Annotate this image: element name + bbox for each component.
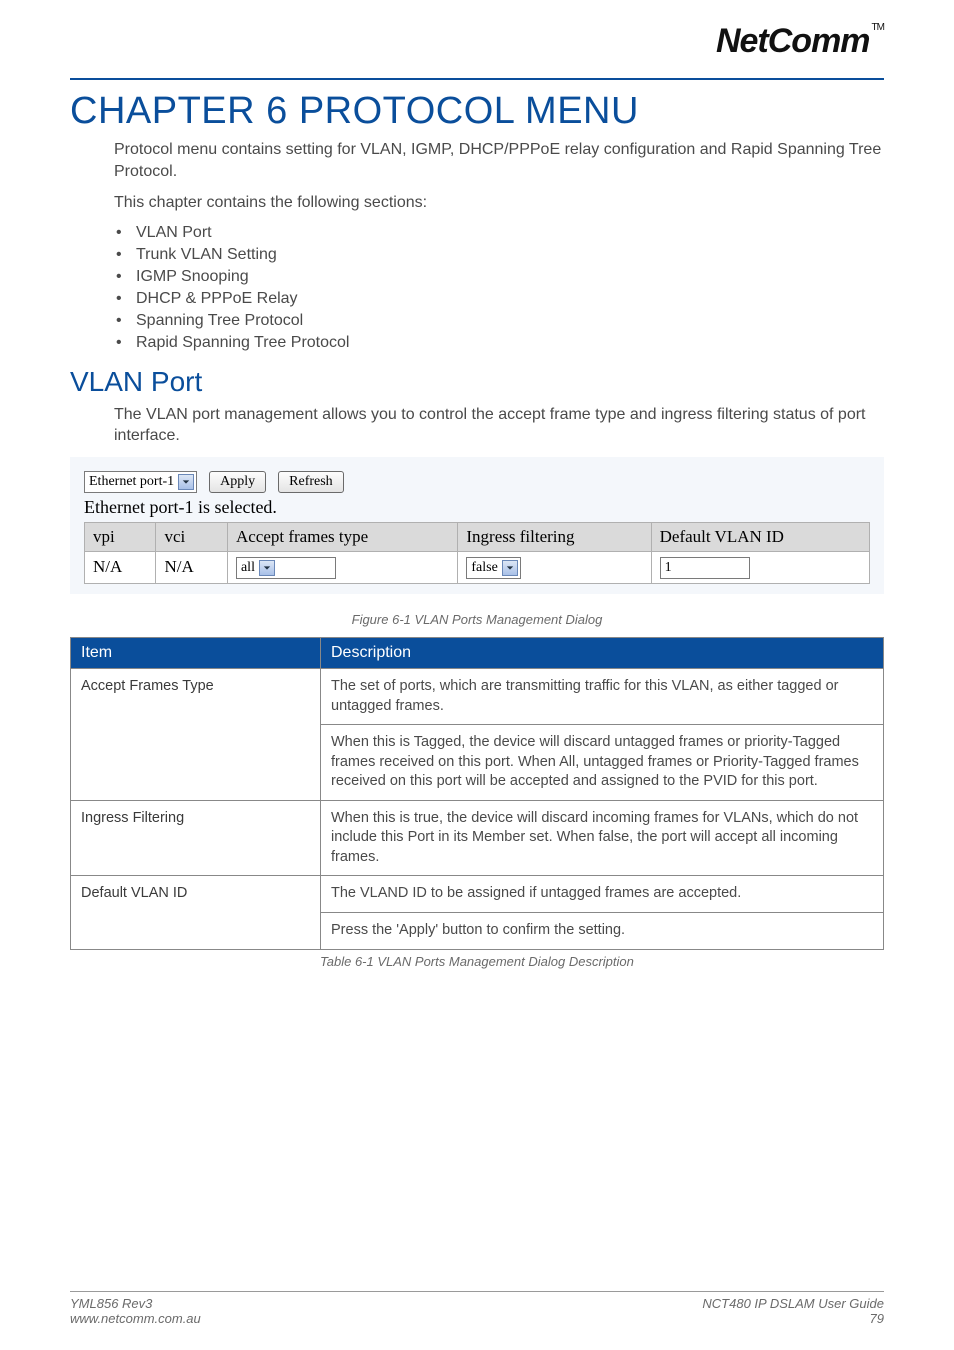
footer-rev: YML856 Rev3: [70, 1296, 201, 1311]
vlan-table: vpi vci Accept frames type Ingress filte…: [84, 522, 870, 584]
default-vlan-input[interactable]: 1: [660, 557, 750, 579]
table-row: Default VLAN ID The VLAND ID to be assig…: [71, 876, 884, 913]
brand-logo: NetCommTM: [716, 22, 884, 61]
col-default-vlan: Default VLAN ID: [651, 522, 869, 551]
cell-vci: N/A: [156, 551, 227, 583]
ingress-value: false: [471, 560, 497, 576]
chevron-down-icon: [259, 560, 275, 576]
footer-left: YML856 Rev3 www.netcomm.com.au: [70, 1296, 201, 1326]
section-paragraph: The VLAN port management allows you to c…: [114, 404, 884, 447]
col-ingress: Ingress filtering: [458, 522, 651, 551]
row-label: Default VLAN ID: [71, 876, 321, 949]
col-accept-frames: Accept frames type: [227, 522, 457, 551]
intro-paragraph-2: This chapter contains the following sect…: [114, 192, 884, 214]
apply-label: Apply: [220, 474, 255, 490]
apply-button[interactable]: Apply: [209, 471, 266, 493]
section-title: VLAN Port: [70, 366, 884, 398]
row-desc: Press the 'Apply' button to confirm the …: [321, 913, 884, 950]
accept-frames-value: all: [241, 560, 255, 576]
chapter-title: CHAPTER 6 PROTOCOL MENU: [70, 90, 884, 133]
figure-status: Ethernet port-1 is selected.: [84, 497, 870, 518]
ingress-select[interactable]: false: [466, 557, 520, 579]
default-vlan-value: 1: [665, 560, 672, 575]
table-row: N/A N/A all false 1: [85, 551, 870, 583]
list-item: Trunk VLAN Setting: [114, 246, 884, 264]
list-item: VLAN Port: [114, 224, 884, 242]
table-header-row: vpi vci Accept frames type Ingress filte…: [85, 522, 870, 551]
brand-text: NetComm: [716, 22, 870, 60]
port-select-value: Ethernet port-1: [89, 474, 174, 490]
cell-accept-frames: all: [227, 551, 457, 583]
cell-vpi: N/A: [85, 551, 156, 583]
footer-doc-title: NCT480 IP DSLAM User Guide: [702, 1296, 884, 1311]
refresh-label: Refresh: [289, 474, 333, 490]
cell-ingress: false: [458, 551, 651, 583]
row-label: Ingress Filtering: [71, 800, 321, 876]
trademark: TM: [872, 22, 884, 33]
footer-right: NCT480 IP DSLAM User Guide 79: [702, 1296, 884, 1326]
accept-frames-select[interactable]: all: [236, 557, 336, 579]
chevron-down-icon: [502, 560, 518, 576]
table-caption: Table 6-1 VLAN Ports Management Dialog D…: [320, 954, 884, 969]
figure-caption: Figure 6-1 VLAN Ports Management Dialog: [70, 612, 884, 627]
header-item: Item: [71, 637, 321, 668]
description-table: Item Description Accept Frames Type The …: [70, 637, 884, 950]
figure-panel: Ethernet port-1 Apply Refresh Ethernet p…: [70, 457, 884, 594]
row-desc: When this is Tagged, the device will dis…: [321, 725, 884, 801]
list-item: IGMP Snooping: [114, 268, 884, 286]
col-vpi: vpi: [85, 522, 156, 551]
footer-page-number: 79: [702, 1311, 884, 1326]
list-item: Rapid Spanning Tree Protocol: [114, 334, 884, 352]
chevron-down-icon: [178, 474, 194, 490]
table-row: Accept Frames Type The set of ports, whi…: [71, 668, 884, 724]
footer-url: www.netcomm.com.au: [70, 1311, 201, 1326]
header-rule: [70, 78, 884, 80]
table-row: Ingress Filtering When this is true, the…: [71, 800, 884, 876]
port-select[interactable]: Ethernet port-1: [84, 471, 197, 493]
header-description: Description: [321, 637, 884, 668]
row-label: Accept Frames Type: [71, 668, 321, 800]
col-vci: vci: [156, 522, 227, 551]
section-list: VLAN Port Trunk VLAN Setting IGMP Snoopi…: [114, 224, 884, 352]
list-item: DHCP & PPPoE Relay: [114, 290, 884, 308]
refresh-button[interactable]: Refresh: [278, 471, 344, 493]
table-header-row: Item Description: [71, 637, 884, 668]
page-footer: YML856 Rev3 www.netcomm.com.au NCT480 IP…: [70, 1291, 884, 1326]
cell-default-vlan: 1: [651, 551, 869, 583]
row-desc: The set of ports, which are transmitting…: [321, 668, 884, 724]
list-item: Spanning Tree Protocol: [114, 312, 884, 330]
row-desc: The VLAND ID to be assigned if untagged …: [321, 876, 884, 913]
row-desc: When this is true, the device will disca…: [321, 800, 884, 876]
intro-paragraph-1: Protocol menu contains setting for VLAN,…: [114, 139, 884, 182]
